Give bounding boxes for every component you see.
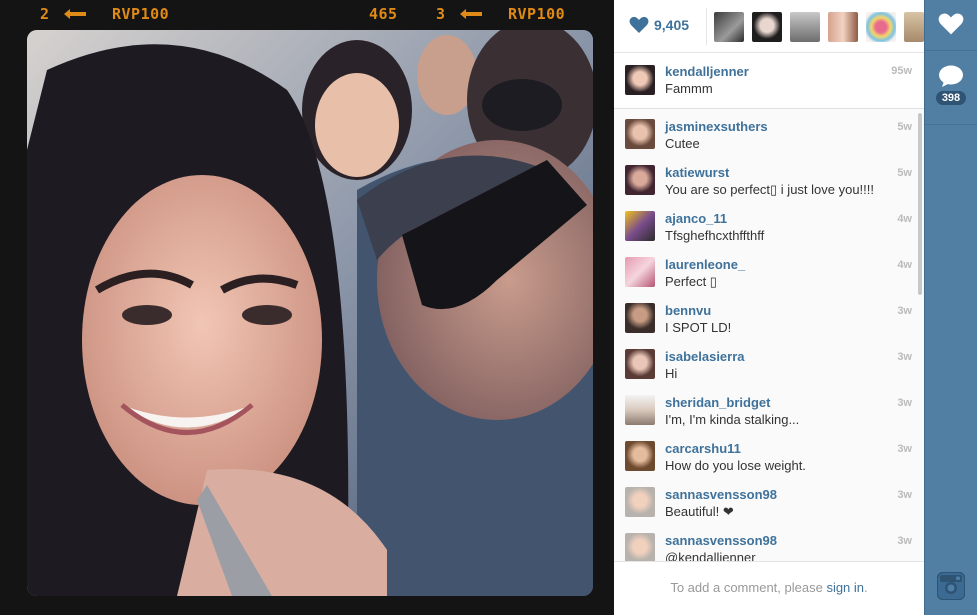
comment-username[interactable]: laurenleone_ (665, 257, 745, 272)
heart-icon (938, 13, 964, 35)
film-strip: 2 RVP100 465 3 RVP100 (0, 0, 614, 28)
comment-timestamp: 3w (897, 489, 912, 501)
caption: kendalljenner Fammm 95w (614, 53, 924, 109)
comment-text: @kendalljenner (665, 550, 756, 561)
comment-text: I'm, I'm kinda stalking... (665, 412, 800, 427)
comment-timestamp: 4w (897, 213, 912, 225)
comments-scrollbar[interactable] (918, 113, 922, 295)
comment-avatar[interactable] (625, 119, 655, 149)
liker-avatar[interactable] (904, 12, 924, 42)
instagram-camera-icon[interactable] (937, 572, 965, 600)
film-frame-code: 465 (369, 5, 398, 23)
liker-avatar[interactable] (714, 12, 744, 42)
comment-timestamp: 5w (897, 121, 912, 133)
likes-bar: 9,405 (614, 0, 924, 53)
liker-avatar[interactable] (790, 12, 820, 42)
photo-frame: 2 RVP100 465 3 RVP100 (0, 0, 614, 615)
likes-divider (706, 8, 707, 45)
comment-item: isabelasierra Hi 3w (614, 349, 924, 395)
comment-item: sannasvensson98 Beautiful! ❤ 3w (614, 487, 924, 533)
comment-text: Hi (665, 366, 678, 381)
comment-text: Cutee (665, 136, 700, 151)
caption-username[interactable]: kendalljenner (665, 64, 749, 79)
photo-illustration (27, 30, 593, 596)
footer-period: . (864, 580, 868, 595)
comment-item: carcarshu11 How do you lose weight. 3w (614, 441, 924, 487)
comment-item: ajanco_11 Tfsghefhcxthffthff 4w (614, 211, 924, 257)
comment-timestamp: 3w (897, 443, 912, 455)
comment-item: laurenleone_ Perfect ▯ 4w (614, 257, 924, 303)
comment-item: sheridan_bridget I'm, I'm kinda stalking… (614, 395, 924, 441)
caption-text: Fammm (665, 81, 713, 96)
comment-button[interactable]: 398 (925, 64, 977, 105)
comment-avatar[interactable] (625, 211, 655, 241)
comment-text: Tfsghefhcxthffthff (665, 228, 765, 243)
speech-bubble-icon (939, 65, 963, 87)
film-brand-right: RVP100 (508, 5, 566, 23)
comments-list[interactable]: jasminexsuthers Cutee 5w katiewurst You … (614, 109, 924, 561)
film-frame-number-left: 2 (40, 5, 50, 23)
caption-timestamp: 95w (891, 65, 912, 77)
footer-prompt: To add a comment, please (670, 580, 827, 595)
comment-avatar[interactable] (625, 395, 655, 425)
film-brand-left: RVP100 (112, 5, 170, 23)
liker-avatar[interactable] (828, 12, 858, 42)
sign-in-link[interactable]: sign in (826, 580, 864, 595)
comment-text: I SPOT LD! (665, 320, 732, 335)
comment-timestamp: 5w (897, 167, 912, 179)
comment-text: How do you lose weight. (665, 458, 806, 473)
comment-username[interactable]: sannasvensson98 (665, 487, 777, 502)
film-arrow-icon (64, 9, 86, 19)
film-arrow-icon (460, 9, 482, 19)
likes-count: 9,405 (654, 17, 690, 33)
comment-username[interactable]: ajanco_11 (665, 211, 727, 226)
liker-avatar[interactable] (752, 12, 782, 42)
likes-counter[interactable]: 9,405 (629, 16, 689, 34)
like-button[interactable] (925, 12, 977, 36)
comment-avatar[interactable] (625, 533, 655, 561)
comment-avatar[interactable] (625, 303, 655, 333)
comment-item: katiewurst You are so perfect▯ i just lo… (614, 165, 924, 211)
action-separator (925, 50, 977, 51)
comment-username[interactable]: isabelasierra (665, 349, 745, 364)
comment-timestamp: 4w (897, 259, 912, 271)
comment-avatar[interactable] (625, 165, 655, 195)
comment-item: jasminexsuthers Cutee 5w (614, 119, 924, 165)
film-frame-number-right: 3 (436, 5, 446, 23)
comment-avatar[interactable] (625, 257, 655, 287)
comment-timestamp: 3w (897, 397, 912, 409)
action-sidebar: 398 (924, 0, 977, 615)
comment-item: sannasvensson98 @kendalljenner 3w (614, 533, 924, 561)
comment-username[interactable]: sheridan_bridget (665, 395, 770, 410)
comment-text: Beautiful! ❤ (665, 504, 734, 519)
comment-avatar[interactable] (625, 441, 655, 471)
comment-avatar[interactable] (625, 487, 655, 517)
liker-avatar[interactable] (866, 12, 896, 42)
comment-username[interactable]: sannasvensson98 (665, 533, 777, 548)
comment-timestamp: 3w (897, 535, 912, 547)
comment-timestamp: 3w (897, 305, 912, 317)
heart-icon (629, 16, 649, 33)
comment-text: You are so perfect▯ i just love you!!!! (665, 182, 875, 197)
comment-item: bennvu I SPOT LD! 3w (614, 303, 924, 349)
comment-timestamp: 3w (897, 351, 912, 363)
comment-avatar[interactable] (625, 349, 655, 379)
liker-thumbnails (714, 12, 932, 42)
action-separator (925, 124, 977, 125)
comment-username[interactable]: bennvu (665, 303, 711, 318)
comments-panel: 9,405 kendalljenner Fammm 95w jasminexsu… (614, 0, 924, 615)
comment-username[interactable]: katiewurst (665, 165, 729, 180)
comment-text: Perfect ▯ (665, 274, 717, 289)
comment-username[interactable]: carcarshu11 (665, 441, 741, 456)
comment-count-badge: 398 (935, 91, 967, 105)
comment-footer: To add a comment, please sign in. (614, 561, 924, 615)
post-photo[interactable] (27, 30, 593, 596)
comment-username[interactable]: jasminexsuthers (665, 119, 768, 134)
caption-avatar[interactable] (625, 65, 655, 95)
